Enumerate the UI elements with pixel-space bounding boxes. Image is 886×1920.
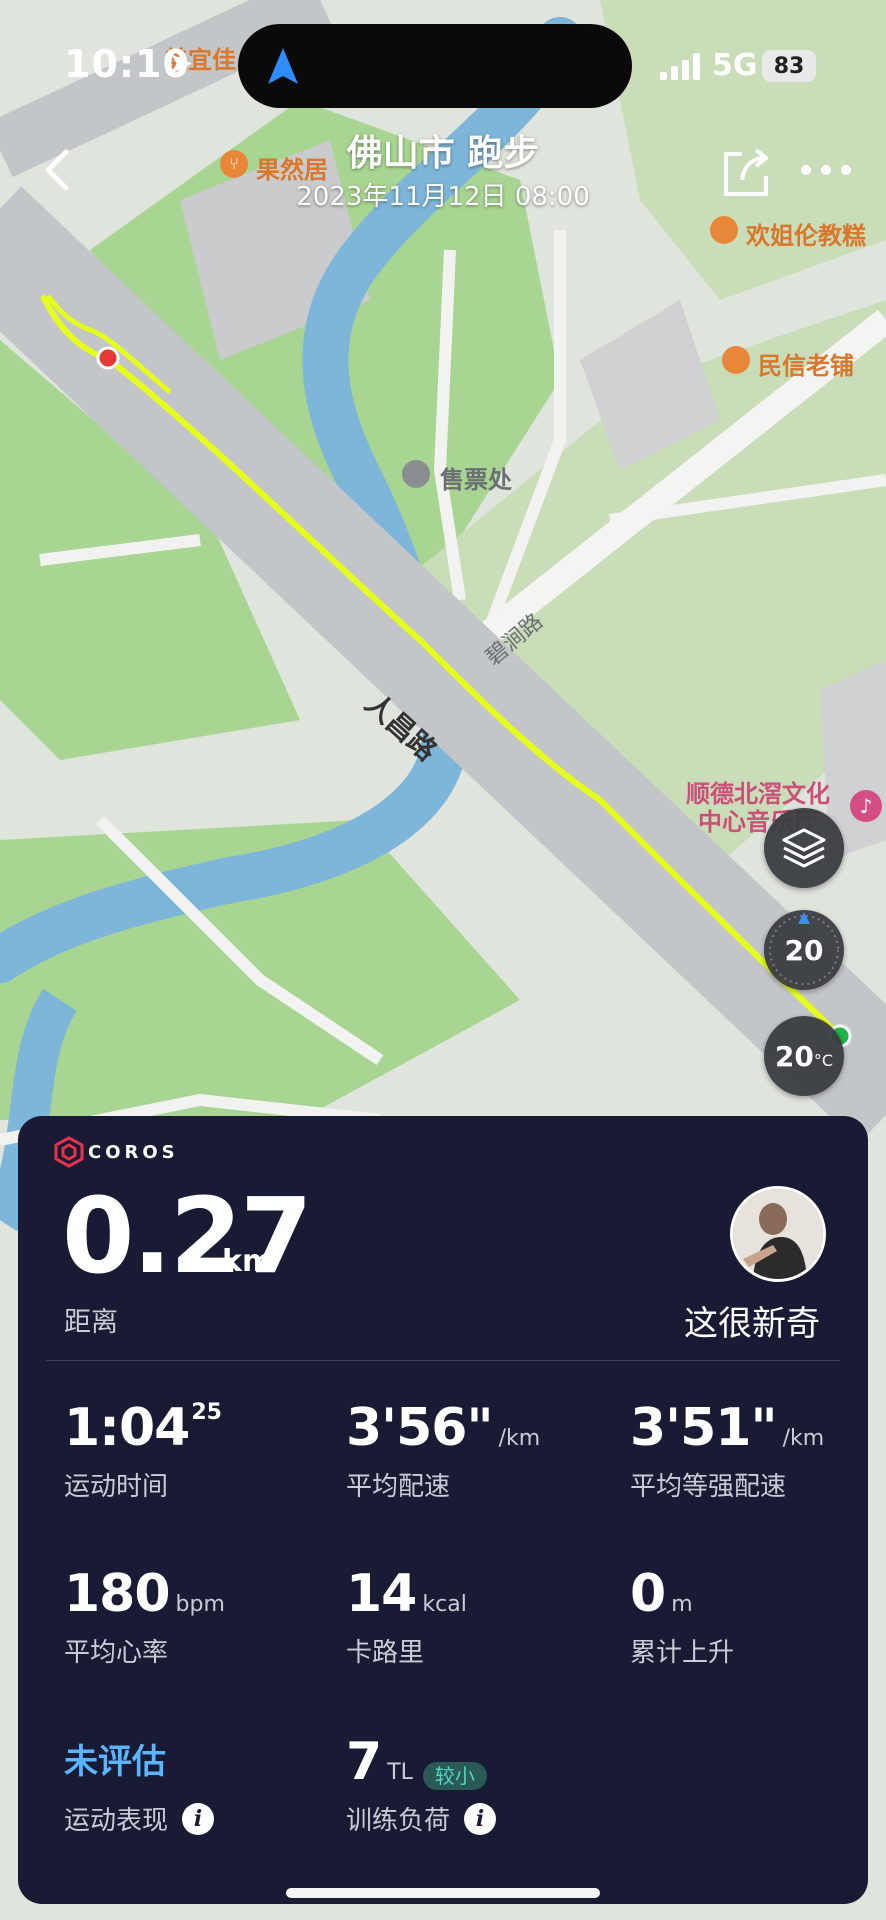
shop-icon [722, 346, 750, 374]
music-icon: ♪ [850, 790, 882, 822]
grade-pace-unit: /km [782, 1426, 825, 1451]
map-layers-button[interactable] [764, 808, 844, 888]
more-options-button[interactable] [796, 148, 856, 192]
calories-label: 卡路里 [346, 1638, 425, 1668]
poi-label: 欢姐伦教糕 [746, 222, 866, 250]
more-icon [801, 165, 851, 175]
training-load-unit: TL [387, 1760, 413, 1785]
stat-avg-pace: 3'56"/km 平均配速 [346, 1400, 540, 1503]
temperature-button[interactable]: 20 °C [764, 1016, 844, 1096]
duration-label: 运动时间 [64, 1472, 169, 1502]
ticket-icon [402, 460, 430, 488]
network-type: 5G [712, 48, 758, 83]
ascent-unit: m [671, 1592, 693, 1617]
stat-training-load: 7 TL 较小 训练负荷 i [346, 1732, 497, 1837]
navigation-arrow-icon [268, 48, 298, 84]
start-marker [96, 346, 120, 370]
distance-label: 距离 [64, 1307, 118, 1338]
heart-rate-unit: bpm [175, 1592, 225, 1617]
grade-pace-value: 3'51" [630, 1398, 778, 1458]
calories-value: 14 [346, 1564, 417, 1624]
duration-value: 1:04 [64, 1398, 190, 1458]
coros-logo-icon [54, 1136, 84, 1168]
avg-pace-value: 3'56" [346, 1398, 494, 1458]
grade-pace-label: 平均等强配速 [630, 1472, 787, 1502]
temperature-unit: °C [813, 1050, 834, 1070]
performance-value: 未评估 [64, 1742, 166, 1782]
compass-button[interactable]: 20 [764, 910, 844, 990]
info-icon[interactable]: i [464, 1802, 497, 1835]
performance-label-row: 运动表现 i [64, 1800, 215, 1837]
avg-pace-label: 平均配速 [346, 1472, 451, 1502]
stat-ascent: 0m 累计上升 [630, 1566, 734, 1669]
badge-title: 这很新奇 [684, 1304, 820, 1344]
performance-label: 运动表现 [64, 1806, 169, 1836]
training-load-tag: 较小 [422, 1762, 487, 1790]
avatar[interactable] [730, 1186, 826, 1282]
duration-seconds: 25 [191, 1400, 222, 1425]
home-indicator[interactable] [286, 1888, 600, 1898]
stat-calories: 14 kcal 卡路里 [346, 1566, 467, 1669]
divider [46, 1360, 840, 1361]
location-arrow-icon: ➤ [168, 46, 194, 81]
poi-label: 民信老铺 [758, 352, 854, 380]
share-icon [724, 148, 768, 196]
stat-performance: 未评估 运动表现 i [64, 1734, 215, 1837]
stat-heart-rate: 180 bpm 平均心率 [64, 1566, 225, 1669]
stat-duration: 1:0425 运动时间 [64, 1400, 222, 1503]
distance-value: 0.27 [62, 1175, 313, 1297]
badge-image [733, 1189, 823, 1279]
calories-unit: kcal [422, 1592, 467, 1617]
info-icon[interactable]: i [182, 1802, 215, 1835]
heart-rate-value: 180 [64, 1564, 171, 1624]
signal-icon [660, 52, 706, 80]
poi-label: 售票处 [440, 466, 512, 494]
dynamic-island [238, 24, 632, 108]
layers-icon [782, 828, 826, 868]
ascent-value: 0 [630, 1564, 666, 1624]
distance-unit: km [222, 1244, 274, 1279]
training-load-value: 7 [346, 1732, 382, 1792]
brand-name: COROS [88, 1142, 179, 1163]
avg-pace-unit: /km [498, 1426, 541, 1451]
battery-indicator: 83 [762, 50, 816, 82]
ascent-label: 累计上升 [630, 1638, 735, 1668]
shop-icon [710, 216, 738, 244]
training-load-label: 训练负荷 [346, 1806, 451, 1836]
stat-grade-pace: 3'51"/km 平均等强配速 [630, 1400, 824, 1503]
share-button[interactable] [712, 140, 776, 204]
temperature-value: 20 [774, 1039, 814, 1073]
compass-value: 20 [784, 933, 824, 967]
training-load-label-row: 训练负荷 i [346, 1800, 497, 1837]
heart-rate-label: 平均心率 [64, 1638, 169, 1668]
